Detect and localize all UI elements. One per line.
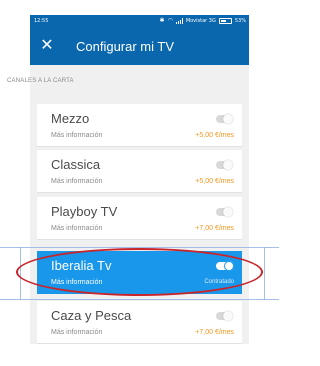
toggle-knob [223,207,233,217]
app-header: ✕ Configurar mi TV [30,27,249,65]
status-time: 12:55 [34,18,49,24]
guide-line [20,247,21,300]
channel-name: Classica [51,157,101,172]
more-info-link[interactable]: Más información [51,132,102,139]
channel-price: +7,00 €/mes [195,329,234,336]
page-bottom [0,344,279,366]
close-icon[interactable]: ✕ [38,36,56,54]
toggle-knob [224,261,234,271]
channel-card-iberalia-tv[interactable]: Iberalia Tv Más información Contratado [37,251,242,294]
more-info-link[interactable]: Más información [51,178,102,185]
channel-toggle[interactable] [216,261,234,271]
guide-line [0,247,279,248]
channel-card-classica[interactable]: Classica Más información +5,00 €/mes [37,150,242,193]
more-info-link[interactable]: Más información [51,329,102,336]
contracted-label: Contratado [204,279,234,285]
channel-name: Iberalia Tv [51,258,112,273]
section-label: CANALES A LA CARTA [7,78,74,84]
bluetooth-icon: ✱ [159,17,165,24]
signal-icon [175,17,183,24]
page-title: Configurar mi TV [76,39,175,54]
channel-price: +5,00 €/mes [195,132,234,139]
channel-card-playboy-tv[interactable]: Playboy TV Más información +7,00 €/mes [37,197,242,240]
toggle-knob [223,160,233,170]
channel-name: Playboy TV [51,204,118,219]
more-info-link[interactable]: Más información [51,279,102,286]
guide-line [0,299,279,300]
battery-icon [218,17,232,24]
wifi-icon: ◠ [167,17,173,24]
channel-price: +5,00 €/mes [195,178,234,185]
channel-toggle[interactable] [216,311,233,321]
toggle-knob [223,311,233,321]
channel-card-caza-y-pesca[interactable]: Caza y Pesca Más información +7,00 €/mes [37,301,242,344]
guide-line [264,247,265,300]
status-bar: 12:55 ✱ ◠ Movistar 3G 53% [30,15,249,27]
carrier-label: Movistar 3G [185,17,216,24]
channel-price: +7,00 €/mes [195,225,234,232]
more-info-link[interactable]: Más información [51,225,102,232]
channel-toggle[interactable] [216,207,233,217]
toggle-knob [223,114,233,124]
channel-name: Caza y Pesca [51,308,132,323]
channel-card-mezzo[interactable]: Mezzo Más información +5,00 €/mes [37,104,242,147]
channel-toggle[interactable] [216,114,233,124]
battery-level: 53% [234,17,246,24]
channel-toggle[interactable] [216,160,233,170]
channel-name: Mezzo [51,111,90,126]
